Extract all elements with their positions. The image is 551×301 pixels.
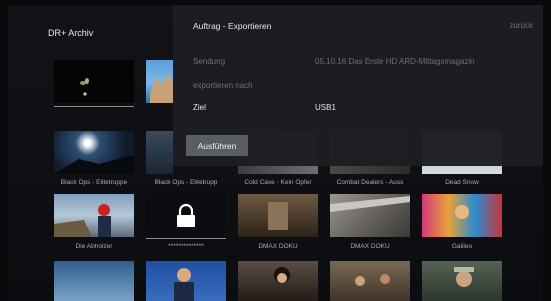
- recording-title: Die Abholzer: [75, 243, 113, 250]
- recording-thumbnail[interactable]: [238, 261, 318, 301]
- recording-title: DMAX DOKU: [258, 243, 298, 250]
- recording-thumbnail[interactable]: [238, 194, 318, 237]
- recording-title: Black Ops - Elitetrupp: [154, 179, 218, 186]
- broadcast-value: 05.10.16 Das Erste HD ARD-Mittagsmagazin: [315, 57, 475, 66]
- plant-image: [80, 78, 89, 96]
- recording-title: Dead Snow: [445, 179, 479, 186]
- back-button[interactable]: zurück: [509, 21, 533, 30]
- recording-thumbnail[interactable]: [54, 194, 134, 237]
- recording-title: Combat Dealers - Auss: [336, 179, 404, 186]
- broadcast-label: Sendung: [193, 57, 226, 66]
- recording-thumbnail[interactable]: [422, 194, 502, 237]
- lock-icon: [177, 203, 195, 227]
- page-title: DR+ Archiv: [48, 28, 94, 38]
- tv-screen: DR+ Archiv Black Ops - Elitetruppe Black…: [8, 5, 543, 301]
- recording-title: DMAX DOKU: [350, 243, 390, 250]
- export-dialog: Auftrag - Exportieren zurück Sendung 05.…: [173, 5, 543, 166]
- recording-thumbnail[interactable]: [54, 261, 134, 301]
- progress-line: [146, 238, 226, 239]
- recording-title: **************: [168, 243, 204, 250]
- target-value[interactable]: USB1: [315, 103, 336, 112]
- recording-thumbnail[interactable]: [146, 131, 173, 174]
- recording-thumbnail[interactable]: [54, 60, 134, 103]
- dialog-title: Auftrag - Exportieren: [193, 21, 272, 31]
- recording-thumbnail[interactable]: [54, 131, 134, 174]
- recording-title: Galileo: [451, 243, 473, 250]
- run-button[interactable]: Ausführen: [186, 135, 248, 156]
- recording-title: Black Ops - Elitetruppe: [60, 179, 128, 186]
- locked-recording[interactable]: [146, 194, 226, 237]
- recording-thumbnail[interactable]: [330, 194, 410, 237]
- target-label: Ziel: [193, 103, 206, 112]
- recording-thumbnail[interactable]: [422, 261, 502, 301]
- recording-title: Cold Case - Kein Opfer: [244, 179, 312, 186]
- recording-thumbnail[interactable]: [330, 261, 410, 301]
- progress-line: [54, 106, 134, 107]
- recording-thumbnail[interactable]: [146, 60, 173, 103]
- recording-thumbnail[interactable]: [146, 261, 226, 301]
- export-to-label: exportieren nach: [193, 81, 253, 90]
